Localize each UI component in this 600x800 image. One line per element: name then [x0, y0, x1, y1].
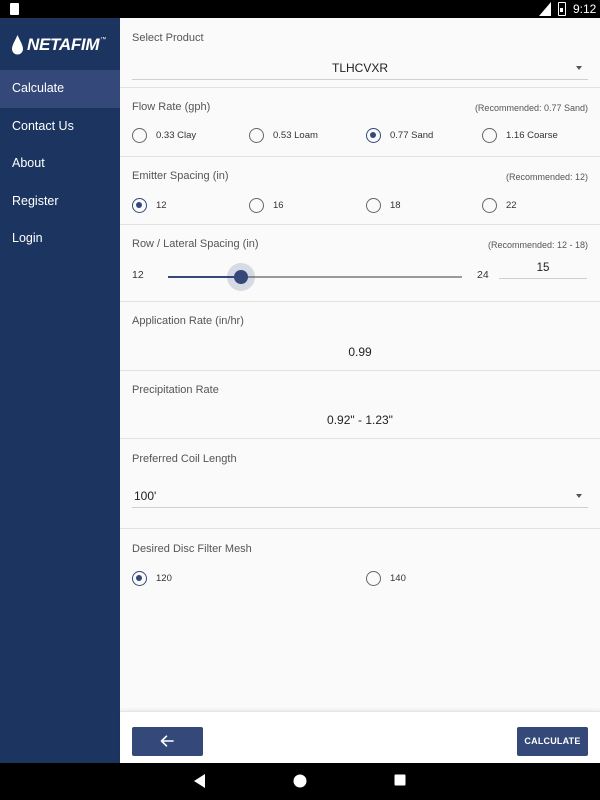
dropdown-caret-icon — [576, 66, 582, 70]
emitter-spacing-option-12[interactable]: 12 — [132, 198, 167, 213]
disc-filter-section: Desired Disc Filter Mesh 120 140 — [120, 529, 600, 609]
coil-length-label: Preferred Coil Length — [132, 453, 237, 465]
slider-thumb[interactable] — [227, 263, 255, 291]
precipitation-rate-label: Precipitation Rate — [132, 384, 219, 396]
brand-name: NETAFIM — [27, 35, 100, 54]
slider-min-label: 12 — [132, 269, 144, 281]
sidebar-item-contact-us[interactable]: Contact Us — [0, 108, 120, 146]
back-button[interactable] — [132, 727, 203, 756]
flow-rate-option-sand[interactable]: 0.77 Sand — [366, 128, 433, 143]
flow-rate-option-loam[interactable]: 0.53 Loam — [249, 128, 318, 143]
flow-rate-option-coarse[interactable]: 1.16 Coarse — [482, 128, 558, 143]
row-spacing-input[interactable]: 15 — [499, 259, 587, 279]
flow-rate-recommended: (Recommended: 0.77 Sand) — [474, 103, 588, 113]
radio-icon — [249, 198, 264, 213]
sidebar-item-register[interactable]: Register — [0, 183, 120, 221]
calculate-button[interactable]: CALCULATE — [517, 727, 588, 756]
precipitation-rate-section: Precipitation Rate 0.92" - 1.23" — [120, 371, 600, 439]
sd-card-icon — [10, 3, 19, 15]
disc-filter-label: Desired Disc Filter Mesh — [132, 543, 252, 555]
emitter-spacing-label: Emitter Spacing (in) — [132, 170, 229, 182]
application-rate-value: 0.99 — [348, 345, 372, 359]
coil-length-section: Preferred Coil Length 100' — [120, 439, 600, 529]
radio-icon — [366, 571, 381, 586]
nav-recents-icon[interactable] — [394, 774, 406, 786]
emitter-spacing-option-16[interactable]: 16 — [249, 198, 284, 213]
product-value: TLHCVXR — [331, 61, 388, 75]
radio-checked-icon — [366, 128, 381, 143]
flow-rate-option-clay[interactable]: 0.33 Clay — [132, 128, 196, 143]
battery-icon — [558, 2, 566, 16]
clock: 9:12 — [573, 2, 597, 16]
radio-checked-icon — [132, 571, 147, 586]
calculator-form: Select Product TLHCVXR Flow Rate (gph) (… — [120, 18, 600, 711]
trademark: ™ — [100, 37, 107, 43]
application-rate-label: Application Rate (in/hr) — [132, 315, 244, 327]
radio-icon — [132, 128, 147, 143]
flow-rate-section: Flow Rate (gph) (Recommended: 0.77 Sand)… — [120, 88, 600, 157]
water-drop-icon — [12, 35, 23, 55]
product-select[interactable]: TLHCVXR — [132, 58, 588, 80]
emitter-spacing-option-18[interactable]: 18 — [366, 198, 401, 213]
signal-lte-icon — [539, 2, 551, 16]
emitter-spacing-recommended: (Recommended: 12) — [505, 172, 588, 182]
flow-rate-label: Flow Rate (gph) — [132, 101, 211, 113]
radio-checked-icon — [132, 198, 147, 213]
netafim-logo: NETAFIM ™ — [11, 30, 106, 60]
radio-icon — [366, 198, 381, 213]
radio-icon — [482, 198, 497, 213]
status-bar: 9:12 — [0, 0, 600, 18]
sidebar-item-calculate[interactable]: Calculate — [0, 70, 120, 108]
coil-length-select[interactable]: 100' — [132, 486, 588, 508]
sidebar-item-about[interactable]: About — [0, 145, 120, 183]
sidebar-item-login[interactable]: Login — [0, 220, 120, 258]
row-spacing-recommended: (Recommended: 12 - 18) — [487, 240, 588, 250]
nav-home-icon[interactable] — [293, 774, 307, 788]
emitter-spacing-section: Emitter Spacing (in) (Recommended: 12) 1… — [120, 157, 600, 225]
slider-max-label: 24 — [477, 269, 489, 281]
system-nav-bar — [0, 763, 600, 800]
arrow-left-icon — [160, 735, 174, 747]
radio-icon — [482, 128, 497, 143]
nav-back-icon[interactable] — [194, 774, 206, 788]
row-spacing-slider[interactable] — [168, 263, 462, 291]
dropdown-caret-icon — [576, 494, 582, 498]
sidebar-nav: Calculate Contact Us About Register Logi… — [0, 70, 120, 258]
product-label: Select Product — [132, 32, 204, 44]
radio-icon — [249, 128, 264, 143]
precipitation-rate-value: 0.92" - 1.23" — [327, 413, 393, 427]
product-section: Select Product TLHCVXR — [120, 18, 600, 88]
disc-filter-option-140[interactable]: 140 — [366, 571, 406, 586]
disc-filter-option-120[interactable]: 120 — [132, 571, 172, 586]
row-spacing-section: Row / Lateral Spacing (in) (Recommended:… — [120, 225, 600, 302]
emitter-spacing-option-22[interactable]: 22 — [482, 198, 517, 213]
coil-length-value: 100' — [134, 489, 157, 503]
row-spacing-label: Row / Lateral Spacing (in) — [132, 238, 259, 250]
bottom-action-bar: CALCULATE — [120, 711, 600, 763]
application-rate-section: Application Rate (in/hr) 0.99 — [120, 302, 600, 371]
sidebar: NETAFIM ™ Calculate Contact Us About Reg… — [0, 18, 120, 763]
